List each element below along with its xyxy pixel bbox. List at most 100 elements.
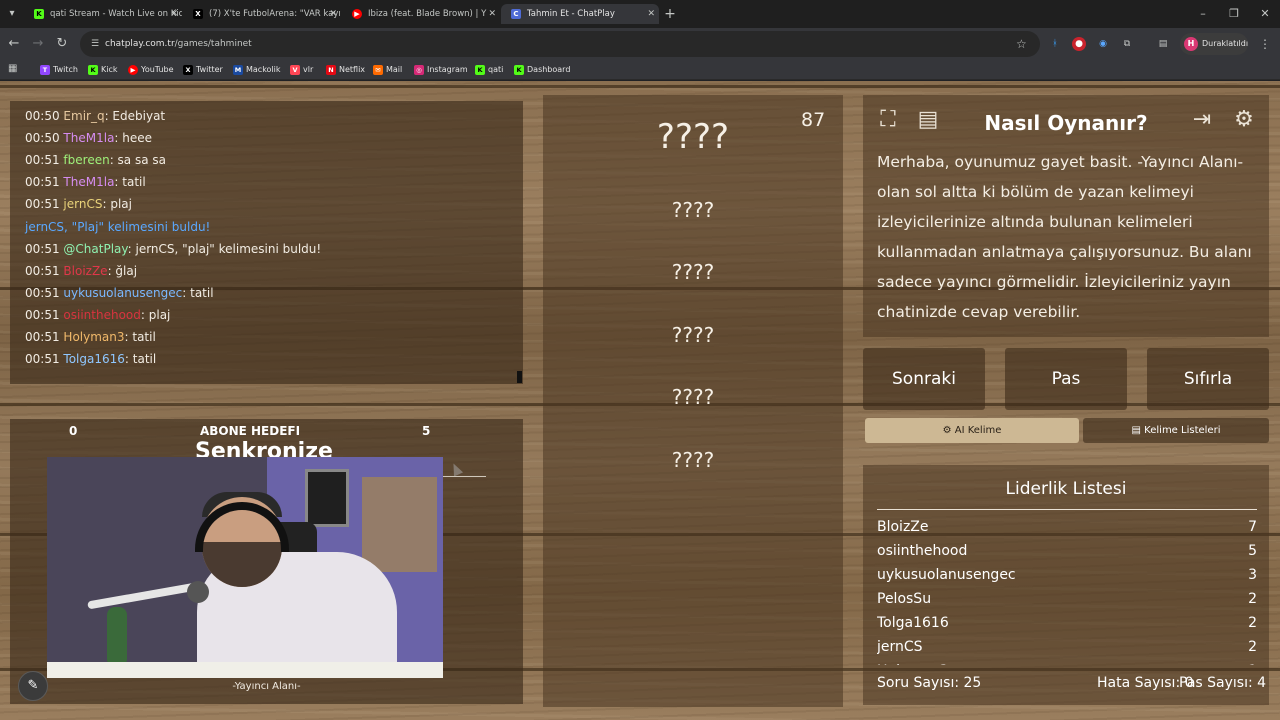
url-text[interactable]: chatplay.com.tr/games/tahminet [105, 31, 252, 57]
chat-username[interactable]: fbereen [63, 153, 109, 167]
bookmark-label: Twitch [53, 65, 78, 74]
reset-button[interactable]: Sıfırla [1147, 348, 1269, 410]
pass-button[interactable]: Pas [1005, 348, 1127, 410]
goal-current: 0 [69, 424, 78, 438]
site-info-icon[interactable]: ☰ [88, 37, 102, 51]
chat-text: : ğlaj [107, 263, 138, 278]
word-lists-label: Kelime Listeleri [1144, 425, 1221, 436]
next-button[interactable]: Sonraki [863, 348, 985, 410]
word-lists-button[interactable]: ▤ Kelime Listeleri [1083, 418, 1269, 443]
chat-message: 00:51 fbereen: sa sa sa [25, 149, 166, 171]
bookmark-youtube[interactable]: ▶ YouTube [128, 60, 174, 80]
chat-username[interactable]: jernCS [63, 197, 102, 211]
webcam-portrait [305, 469, 349, 527]
address-bar[interactable]: ☰ chatplay.com.tr/games/tahminet ☆ [80, 31, 1040, 57]
bookmark-label: Twitter [196, 65, 223, 74]
chat-username[interactable]: BloizZe [63, 264, 107, 278]
browser-menu-icon[interactable]: ⋮ [1259, 36, 1271, 52]
close-tab-icon[interactable]: ✕ [329, 4, 337, 24]
bookmark-vlr[interactable]: Vvlr [290, 60, 313, 80]
bookmark-kick[interactable]: K Kick [88, 60, 118, 80]
player-name: osiinthehood [877, 543, 968, 559]
bookmark-mackolik[interactable]: M Mackolik [233, 60, 281, 80]
apps-grid-icon[interactable]: ▦ [8, 63, 20, 75]
webcam-desk [47, 662, 443, 678]
chat-username[interactable]: @ChatPlay [63, 242, 127, 256]
chat-message: 00:50 TheM1la: heee [25, 127, 152, 149]
chat-username[interactable]: uykusuolanusengec [63, 286, 182, 300]
settings-gear-icon[interactable]: ⚙ [1229, 105, 1259, 135]
bookmark-qati[interactable]: Kqati [475, 60, 503, 80]
reading-list-icon[interactable]: ▤ [1156, 37, 1170, 51]
chat-text: : Edebiyat [104, 109, 166, 123]
tab-kick-stream[interactable]: K qati Stream - Watch Live on Kick ✕ [24, 4, 182, 24]
url-path: /games/tahminet [174, 39, 252, 49]
chat-username[interactable]: Emir_q [63, 109, 104, 123]
leaderboard-list[interactable]: BloizZe 7 osiinthehood 5 uykusuolanusengec 3 P… [877, 515, 1257, 665]
close-tab-icon[interactable]: ✕ [170, 4, 178, 24]
x-icon: X [193, 9, 203, 19]
list-icon: ▤ [1131, 425, 1145, 436]
restore-icon[interactable]: ❐ [1226, 6, 1242, 22]
bookmark-dashboard[interactable]: K Dashboard [514, 60, 570, 80]
bookmark-star-icon[interactable]: ☆ [1016, 36, 1030, 52]
close-window-icon[interactable]: ✕ [1257, 6, 1273, 22]
chat-timestamp: 00:51 [25, 285, 60, 300]
profile-status: Duraklatıldı [1202, 39, 1249, 48]
game-page: 00:50 Emir_q: Edebiyat 00:50 TheM1la: hee… [0, 81, 1280, 720]
chat-username[interactable]: jernCS, "Plaj" kelimesini buldu! [25, 220, 210, 234]
chat-username[interactable]: TheM1la [63, 175, 114, 189]
forbidden-word: ???? [671, 385, 715, 409]
chat-username[interactable]: osiinthehood [63, 308, 140, 322]
close-tab-icon[interactable]: ✕ [488, 4, 496, 24]
word-panel: 87 ???? ???? ???? ???? ???? ???? [543, 95, 843, 707]
tab-x-post[interactable]: X (7) X'te FutbolArena: "VAR kayıt ✕ [183, 4, 341, 24]
chat-username[interactable]: Tolga1616 [63, 352, 124, 366]
bookmark-mail[interactable]: ✉ Mail [373, 60, 402, 80]
new-tab-icon[interactable]: + [662, 6, 678, 22]
chat-timestamp: 00:51 [25, 352, 60, 367]
bookmark-label: vlr [303, 65, 314, 74]
chat-text: : plaj [140, 307, 171, 322]
extensions-puzzle-icon[interactable]: ⧉ [1120, 37, 1134, 51]
chat-text: : tatil [182, 285, 214, 300]
player-name: uykusuolanusengec [877, 567, 1016, 583]
exit-icon[interactable]: ⇥ [1187, 105, 1217, 135]
tab-label: Ibiza (feat. Blade Brown) | Y [368, 9, 487, 19]
chat-username[interactable]: Holyman3 [63, 330, 124, 344]
tab-chatplay[interactable]: C Tahmin Et - ChatPlay ✕ [501, 4, 659, 24]
chat-panel[interactable]: 00:50 Emir_q: Edebiyat 00:50 TheM1la: hee… [10, 101, 523, 384]
chat-timestamp: 00:51 [25, 197, 60, 212]
forbidden-word: ???? [671, 198, 715, 222]
tab-youtube-music[interactable]: ▶ Ibiza (feat. Blade Brown) | Y ✕ [342, 4, 500, 24]
chat-message: 00:51 Tolga1616: tatil [25, 348, 156, 370]
audio-extension-icon[interactable]: ◉ [1096, 37, 1110, 51]
profile-button[interactable]: H Duraklatıldı [1180, 33, 1248, 55]
extension-icon[interactable]: ᚼ [1048, 37, 1062, 51]
pass-count: Pas Sayısı: 4 [1179, 675, 1267, 691]
minimize-icon[interactable]: – [1195, 6, 1211, 22]
youtube-icon: ▶ [352, 9, 362, 19]
chat-username[interactable]: TheM1la [63, 131, 114, 145]
ai-word-button[interactable]: ⚙ AI Kelime [865, 418, 1079, 443]
bookmark-instagram[interactable]: ◎ Instagram [414, 60, 468, 80]
chat-scrollbar[interactable] [517, 371, 522, 383]
chat-timestamp: 00:51 [25, 175, 60, 190]
pencil-icon[interactable]: ✎ [18, 671, 48, 701]
bookmark-twitter[interactable]: X Twitter [183, 60, 223, 80]
bookmark-twitch[interactable]: T Twitch [40, 60, 78, 80]
bookmark-label: qati [488, 65, 504, 74]
chat-message: 00:51 Holyman3: tatil [25, 326, 156, 348]
url-host: chatplay.com.tr [105, 39, 175, 49]
close-tab-icon[interactable]: ✕ [647, 4, 655, 24]
tab-label: Tahmin Et - ChatPlay [527, 9, 615, 19]
tab-search-icon[interactable]: ▾ [4, 6, 20, 22]
forward-icon[interactable]: → [30, 36, 46, 52]
back-icon[interactable]: ← [6, 36, 22, 52]
record-extension-icon[interactable]: ● [1072, 37, 1086, 51]
reload-icon[interactable]: ↻ [54, 36, 70, 52]
tab-label: (7) X'te FutbolArena: "VAR kayıt [209, 9, 341, 19]
bookmark-netflix[interactable]: N Netflix [326, 60, 365, 80]
browser-tab-strip: ▾ K qati Stream - Watch Live on Kick ✕ X… [0, 0, 1280, 28]
streamer-area: 0 ABONE HEDEFI 5 Senkronize -Yayıncı Ala… [10, 419, 523, 704]
